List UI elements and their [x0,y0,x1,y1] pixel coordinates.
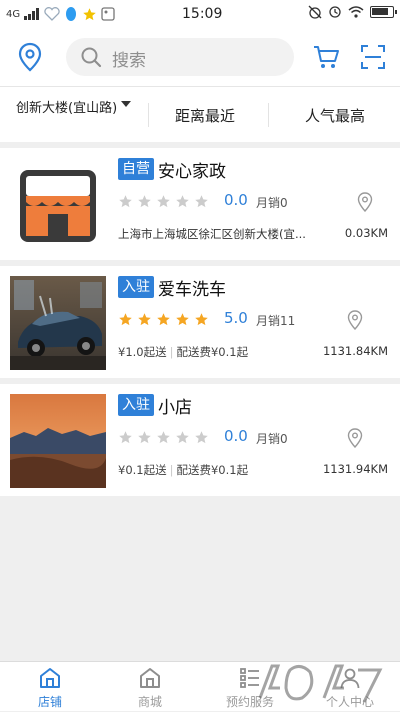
star-app-icon [83,7,96,20]
watermark-logo [258,664,383,703]
star-icon [157,195,170,208]
scan-icon[interactable] [360,44,386,70]
store-name: 小店 [158,398,192,418]
status-bar: 4G 15:09 [0,0,400,28]
star-icon [176,313,189,326]
sync-icon [329,6,341,18]
battery-icon [370,6,397,18]
star-icon [119,313,132,326]
self-operated-tag: 自营 [118,158,154,180]
star-rating [118,194,209,209]
location-filter-label: 创新大楼(宜山路) [16,101,118,116]
star-icon [157,313,170,326]
car-wash-photo [10,276,106,370]
store-card-small-shop[interactable]: 入驻 小店 0.0 月销0 ¥0.1起送 | 配送费¥0.1起 1131.94KM [0,384,400,496]
location-pin-icon[interactable] [346,428,364,448]
clock: 15:09 [182,6,223,22]
star-icon [195,195,208,208]
status-right [308,5,397,19]
star-icon [176,431,189,444]
alarm-off-icon [308,5,322,19]
store-distance: 1131.94KM [322,462,388,476]
partner-tag: 入驻 [118,276,154,298]
star-icon [138,313,151,326]
caret-down-icon [121,101,132,107]
store-address: 上海市上海城区徐汇区创新大楼(宜... [118,227,306,241]
top-header: 搜索 [0,28,400,86]
cart-icon[interactable] [312,44,340,70]
divider [268,103,269,127]
rating-value: 0.0 [224,191,248,209]
delivery-fee: 配送费¥0.1起 [176,463,249,477]
rating-value: 5.0 [224,309,248,327]
store-distance: 0.03KM [344,226,388,240]
sort-distance-label: 距离最近 [174,106,235,125]
fee-info: ¥0.1起送 | 配送费¥0.1起 [118,462,248,478]
nav-tab-mall[interactable]: 商城 [100,662,200,712]
storefront-icon [10,158,106,252]
store-name: 爱车洗车 [158,280,226,300]
nav-label: 商城 [137,695,162,709]
store-name: 安心家政 [158,162,226,182]
store-card-car-wash[interactable]: 入驻 爱车洗车 5.0 月销11 ¥1.0起送 | 配送费¥0.1起 1131.84… [0,266,400,378]
star-icon [176,195,189,208]
star-icon [119,431,132,444]
location-pin-icon[interactable] [356,192,374,212]
store-card-anxin[interactable]: 自营 安心家政 0.0 月销0 上海市上海城区徐汇区创新大楼(宜... 0.03… [0,148,400,260]
heart-app-icon [44,7,60,21]
sort-popularity-label: 人气最高 [304,106,365,125]
sort-popularity-tab[interactable]: 人气最高 [280,87,390,143]
store-icon [40,668,60,688]
monthly-sales: 月销0 [256,432,288,446]
min-order: ¥0.1起送 [118,463,167,477]
fee-separator: | [169,463,174,477]
mall-icon [140,668,160,688]
min-order: ¥1.0起送 [118,345,167,359]
sort-distance-tab[interactable]: 距离最近 [150,87,260,143]
star-icon [119,195,132,208]
filter-bar: 创新大楼(宜山路) 距离最近 人气最高 [0,86,400,142]
rating-value: 0.0 [224,427,248,445]
search-placeholder: 搜索 [112,51,146,71]
network-label: 4G [6,8,21,20]
monthly-sales: 月销0 [256,196,288,210]
star-icon [195,431,208,444]
star-icon [138,195,151,208]
wifi-icon [348,6,364,18]
status-left: 4G [6,6,115,22]
star-icon [157,431,170,444]
star-rating [118,312,209,327]
search-icon [81,47,102,68]
divider [148,103,149,127]
location-pin-icon[interactable] [16,42,44,72]
star-icon [138,431,151,444]
fee-info: ¥1.0起送 | 配送费¥0.1起 [118,344,248,360]
location-filter[interactable]: 创新大楼(宜山路) [16,87,144,143]
nav-tab-store[interactable]: 店铺 [0,662,100,712]
fee-separator: | [169,345,174,359]
partner-tag: 入驻 [118,394,154,416]
location-pin-icon[interactable] [346,310,364,330]
search-input[interactable]: 搜索 [66,38,294,76]
landscape-photo [10,394,106,488]
qq-penguin-icon [66,7,77,21]
signal-icon [24,8,40,20]
star-icon [195,313,208,326]
delivery-fee: 配送费¥0.1起 [176,345,249,359]
nav-label: 店铺 [37,695,62,709]
star-rating [118,430,209,445]
monthly-sales: 月销11 [256,314,296,328]
photo-app-icon [101,7,115,21]
store-distance: 1131.84KM [322,344,388,358]
